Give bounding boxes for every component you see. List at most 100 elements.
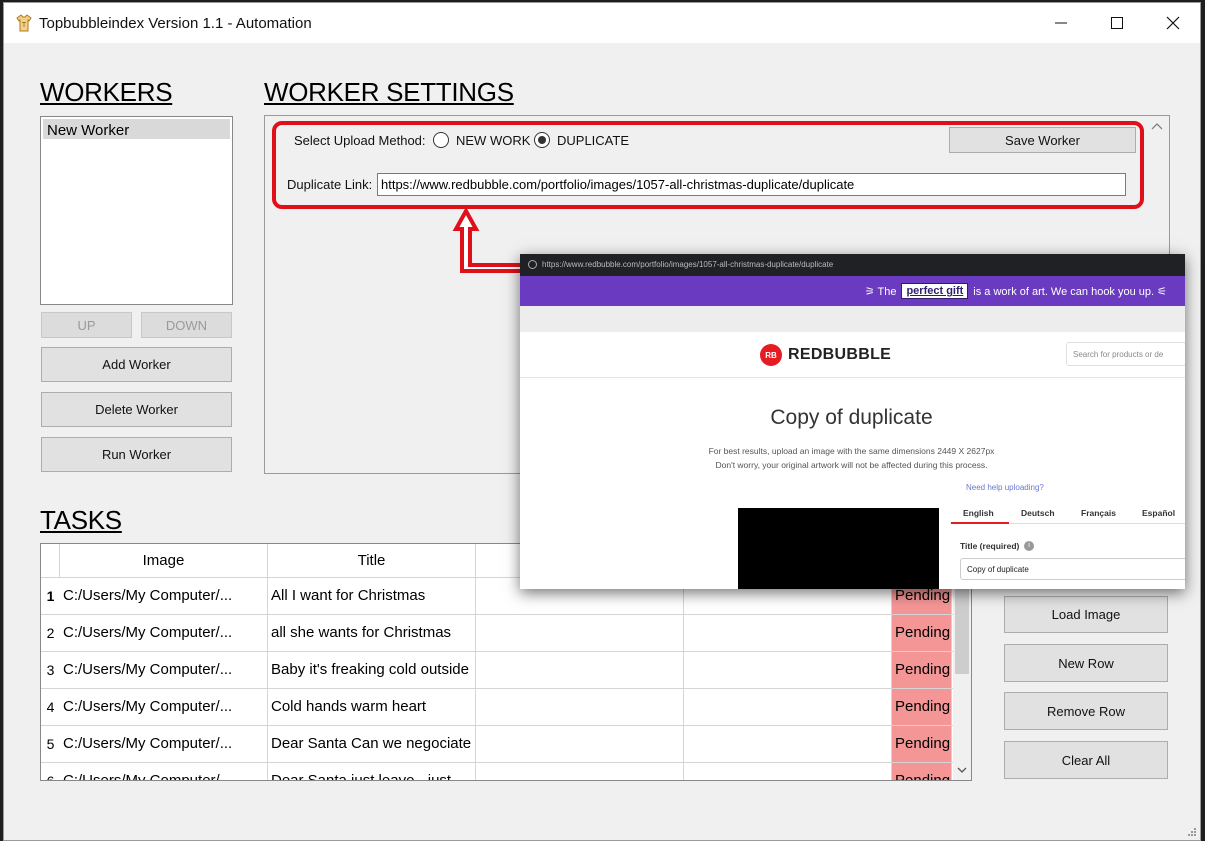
row-number: 5: [46, 736, 55, 752]
workers-heading: WORKERS: [40, 77, 173, 107]
row-number: 3: [46, 662, 55, 678]
tab-francais: Français: [1081, 508, 1116, 518]
row-number: 2: [46, 625, 55, 641]
svg-text:T: T: [22, 22, 27, 29]
empty-cell[interactable]: [476, 652, 684, 689]
active-tab-indicator: [951, 522, 1009, 524]
empty-cell[interactable]: [684, 652, 892, 689]
table-row[interactable]: 2 C:/Users/My Computer/... all she wants…: [41, 614, 971, 652]
title-cell[interactable]: Dear Santa just leave - just ...: [268, 763, 476, 780]
load-image-button[interactable]: Load Image: [1004, 596, 1168, 633]
tab-espanol: Español: [1142, 508, 1176, 518]
down-button[interactable]: DOWN: [141, 312, 232, 338]
close-button[interactable]: [1144, 3, 1202, 43]
save-worker-button[interactable]: Save Worker: [949, 127, 1136, 153]
promo-banner: ⚞ The perfect gift is a work of art. We …: [520, 276, 1185, 306]
row-number: 6: [46, 773, 55, 781]
empty-cell[interactable]: [684, 726, 892, 763]
banner-suffix: is a work of art. We can hook you up. ⚟: [973, 285, 1167, 298]
title-cell[interactable]: Baby it's freaking cold outside: [268, 652, 476, 689]
title-cell[interactable]: Cold hands warm heart: [268, 689, 476, 726]
worker-settings-heading: WORKER SETTINGS: [264, 77, 514, 107]
app-tshirt-icon: T: [16, 14, 32, 32]
up-button[interactable]: UP: [41, 312, 132, 338]
browser-url-bar: https://www.redbubble.com/portfolio/imag…: [520, 254, 1185, 276]
title-field: Copy of duplicate: [960, 558, 1185, 580]
tasks-heading: TASKS: [40, 505, 122, 535]
empty-cell[interactable]: [684, 615, 892, 652]
minimize-button[interactable]: [1032, 3, 1090, 43]
status-cell[interactable]: Pending: [892, 763, 952, 780]
upload-method-label: Select Upload Method:: [294, 133, 426, 148]
column-header-title[interactable]: Title: [268, 544, 476, 577]
run-worker-button[interactable]: Run Worker: [41, 437, 232, 472]
info-icon: i: [1024, 541, 1034, 551]
title-cell[interactable]: Dear Santa Can we negociate: [268, 726, 476, 763]
workers-list[interactable]: New Worker: [40, 116, 233, 305]
clear-all-button[interactable]: Clear All: [1004, 741, 1168, 779]
scrollbar-thumb[interactable]: [955, 584, 969, 674]
browser-url: https://www.redbubble.com/portfolio/imag…: [542, 260, 834, 269]
column-header-image[interactable]: Image: [60, 544, 268, 577]
add-worker-button[interactable]: Add Worker: [41, 347, 232, 382]
status-cell[interactable]: Pending: [892, 726, 952, 763]
language-tabs: English Deutsch Français Español: [950, 504, 1185, 524]
new-row-button[interactable]: New Row: [1004, 644, 1168, 682]
tab-english: English: [963, 508, 994, 518]
empty-cell[interactable]: [684, 763, 892, 780]
remove-row-button[interactable]: Remove Row: [1004, 692, 1168, 730]
help-link: Need help uploading?: [966, 483, 1044, 492]
list-item[interactable]: New Worker: [43, 119, 230, 139]
scroll-down-icon[interactable]: [957, 767, 967, 774]
browser-gray-strip: [520, 306, 1185, 332]
duplicate-link-label: Duplicate Link:: [287, 177, 373, 192]
site-search-input: Search for products or de: [1066, 342, 1185, 366]
status-cell[interactable]: Pending: [892, 615, 952, 652]
row-number: 1: [46, 588, 55, 604]
radio-duplicate[interactable]: [534, 132, 550, 148]
image-cell[interactable]: C:/Users/My Computer/...: [60, 652, 268, 689]
radio-duplicate-label[interactable]: DUPLICATE: [557, 133, 629, 148]
resize-grip-icon[interactable]: [1187, 827, 1197, 837]
status-cell[interactable]: Pending: [892, 652, 952, 689]
empty-cell[interactable]: [476, 689, 684, 726]
redbubble-logo-text: REDBUBBLE: [788, 346, 892, 363]
table-row[interactable]: 5 C:/Users/My Computer/... Dear Santa Ca…: [41, 725, 971, 763]
empty-cell[interactable]: [476, 615, 684, 652]
image-cell[interactable]: C:/Users/My Computer/...: [60, 578, 268, 615]
maximize-button[interactable]: [1088, 3, 1146, 43]
minimize-icon: [1055, 22, 1067, 24]
browser-screenshot-overlay: https://www.redbubble.com/portfolio/imag…: [520, 254, 1185, 589]
empty-cell[interactable]: [476, 726, 684, 763]
duplicate-link-input[interactable]: https://www.redbubble.com/portfolio/imag…: [377, 173, 1126, 196]
image-preview: [738, 508, 939, 589]
table-row[interactable]: 4 C:/Users/My Computer/... Cold hands wa…: [41, 688, 971, 726]
empty-cell[interactable]: [684, 689, 892, 726]
site-header: RB REDBUBBLE Search for products or de: [520, 332, 1185, 378]
redbubble-logo: RB REDBUBBLE: [760, 344, 891, 366]
empty-cell[interactable]: [476, 763, 684, 780]
status-cell[interactable]: Pending: [892, 689, 952, 726]
redbubble-logo-icon: RB: [760, 344, 782, 366]
artwork-hint: Don't worry, your original artwork will …: [715, 460, 988, 470]
delete-worker-button[interactable]: Delete Worker: [41, 392, 232, 427]
dimensions-hint: For best results, upload an image with t…: [708, 446, 995, 456]
image-cell[interactable]: C:/Users/My Computer/...: [60, 763, 268, 780]
image-cell[interactable]: C:/Users/My Computer/...: [60, 726, 268, 763]
table-row[interactable]: 3 C:/Users/My Computer/... Baby it's fre…: [41, 651, 971, 689]
banner-gift-link: perfect gift: [901, 283, 969, 299]
site-info-icon: [528, 260, 537, 269]
image-cell[interactable]: C:/Users/My Computer/...: [60, 689, 268, 726]
scroll-up-icon[interactable]: [1151, 122, 1163, 130]
page-title: Copy of duplicate: [770, 406, 933, 429]
image-cell[interactable]: C:/Users/My Computer/...: [60, 615, 268, 652]
radio-new-work[interactable]: [433, 132, 449, 148]
banner-prefix: ⚞ The: [864, 285, 897, 298]
window-title: Topbubbleindex Version 1.1 - Automation: [39, 15, 312, 32]
radio-new-work-label[interactable]: NEW WORK: [456, 133, 530, 148]
table-corner: [41, 544, 60, 577]
tab-deutsch: Deutsch: [1021, 508, 1055, 518]
title-cell[interactable]: all she wants for Christmas: [268, 615, 476, 652]
table-row[interactable]: 6 C:/Users/My Computer/... Dear Santa ju…: [41, 762, 971, 781]
title-cell[interactable]: All I want for Christmas: [268, 578, 476, 615]
